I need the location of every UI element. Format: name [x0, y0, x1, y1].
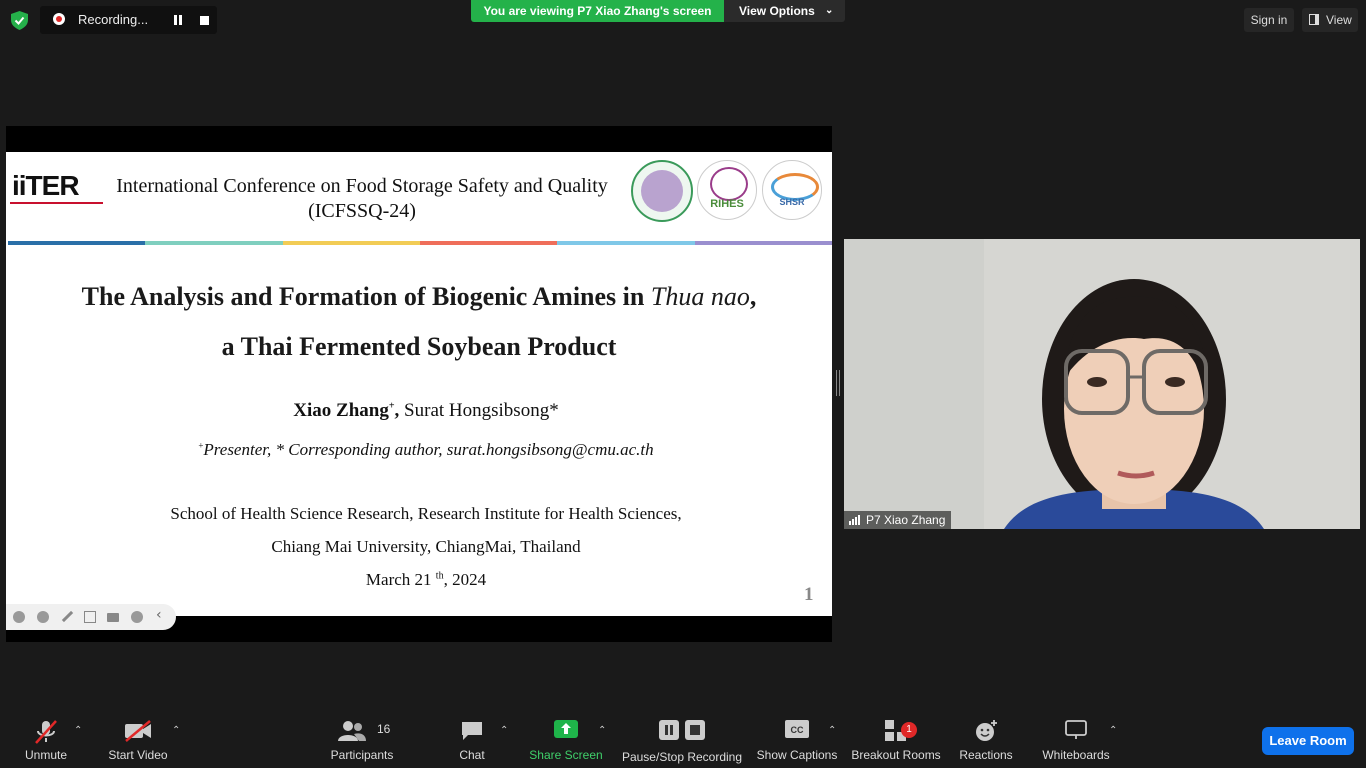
whiteboards-button[interactable]: Whiteboards	[1040, 712, 1112, 768]
accent-color-segment	[8, 241, 146, 245]
viewing-banner: You are viewing P7 Xiao Zhang's screen	[471, 0, 724, 22]
pause-stop-icon	[659, 720, 705, 740]
more-options-icon[interactable]	[131, 611, 143, 623]
muted-microphone-icon	[35, 720, 57, 744]
recording-label: Recording...	[78, 12, 149, 27]
slide-date: March 21 th, 2024	[365, 570, 487, 589]
university-seal-logo	[631, 160, 693, 222]
accent-color-segment	[419, 241, 558, 245]
view-button[interactable]: View	[1302, 8, 1358, 32]
breakout-rooms-button[interactable]: 1 Breakout Rooms	[850, 712, 942, 768]
view-label: View	[1326, 13, 1352, 27]
participants-icon	[338, 721, 366, 741]
participants-label: Participants	[330, 748, 394, 762]
conference-title-line2: (ICFSSQ-24)	[308, 200, 416, 222]
accent-color-segment	[145, 241, 283, 245]
shsr-logo-text: SHSR	[779, 197, 805, 207]
slide-subtitle: a Thai Fermented Soybean Product	[221, 332, 617, 361]
whiteboard-options-caret-icon[interactable]: ⌃	[1109, 726, 1119, 736]
whiteboard-icon	[1065, 720, 1087, 739]
accent-color-segment	[282, 241, 420, 245]
slide-title-italic: Thua nao	[650, 282, 750, 311]
chat-options-caret-icon[interactable]: ⌃	[500, 726, 510, 736]
breakout-badge: 1	[901, 722, 917, 738]
presentation-slide: iiTER International Conference on Food S…	[6, 152, 832, 630]
reactions-icon	[976, 720, 997, 741]
participants-count: 16	[377, 722, 391, 736]
iiter-logo-text: iiTER	[12, 170, 80, 201]
share-screen-label: Share Screen	[529, 748, 603, 762]
previous-slide-icon[interactable]	[13, 611, 25, 623]
slide-page-number: 1	[804, 584, 814, 605]
video-off-icon	[125, 720, 151, 742]
shsr-logo: SHSR	[762, 160, 822, 220]
chat-label: Chat	[459, 748, 485, 762]
conference-title: International Conference on Food Storage…	[106, 174, 618, 224]
stop-recording-icon[interactable]	[200, 16, 209, 25]
share-options-caret-icon[interactable]: ⌃	[598, 726, 608, 736]
reactions-label: Reactions	[959, 748, 1013, 762]
show-captions-button[interactable]: CC Show Captions	[755, 712, 839, 768]
accent-color-segment	[694, 241, 832, 245]
breakout-label: Breakout Rooms	[851, 748, 941, 762]
whiteboards-label: Whiteboards	[1042, 748, 1110, 762]
zoom-icon[interactable]	[84, 611, 96, 623]
record-icon	[53, 13, 65, 25]
affiliation-line1: School of Health Science Research, Resea…	[170, 504, 682, 523]
pause-stop-recording-button[interactable]: Pause/Stop Recording	[620, 712, 744, 768]
pause-recording-icon[interactable]	[173, 15, 183, 25]
resize-handle[interactable]	[836, 370, 840, 396]
rihes-logo: RIHES	[697, 160, 757, 220]
collapse-icon[interactable]: ‹	[156, 607, 168, 623]
sign-in-button[interactable]: Sign in	[1244, 8, 1294, 32]
unmute-label: Unmute	[24, 748, 68, 762]
pen-icon[interactable]	[61, 611, 73, 623]
start-video-button[interactable]: Start Video	[104, 712, 172, 768]
camera-icon[interactable]	[107, 613, 119, 622]
view-options-button[interactable]: View Options ⌄	[724, 0, 845, 22]
view-options-label: View Options	[739, 4, 815, 18]
slide-show-toolbar: ‹	[6, 604, 176, 630]
meeting-controls: Unmute ⌃ Start Video ⌃ 16 Participants C…	[0, 712, 1366, 768]
recording-indicator: Recording...	[40, 6, 217, 34]
chat-button[interactable]: Chat	[450, 712, 494, 768]
participant-name-tag: P7 Xiao Zhang	[844, 511, 952, 529]
participant-video-tile[interactable]: P7 Xiao Zhang	[844, 239, 1360, 529]
conference-title-line1: International Conference on Food Storage…	[116, 175, 608, 197]
shield-icon[interactable]	[11, 11, 28, 30]
affiliation-line2: Chiang Mai University, ChiangMai, Thaila…	[271, 537, 581, 556]
accent-color-bar	[8, 241, 832, 245]
signal-strength-icon	[849, 515, 861, 525]
rihes-logo-text: RIHES	[710, 198, 744, 210]
participants-button[interactable]: 16 Participants	[326, 712, 398, 768]
participant-name: P7 Xiao Zhang	[866, 513, 946, 527]
unmute-button[interactable]: Unmute	[20, 712, 72, 768]
author-note: +Presenter, * Corresponding author, sura…	[198, 440, 654, 459]
top-bar: Recording... You are viewing P7 Xiao Zha…	[0, 0, 1366, 40]
iiter-logo: iiTER	[10, 170, 103, 206]
share-screen-icon	[554, 720, 578, 738]
captions-label: Show Captions	[756, 748, 838, 762]
slide-authors: Xiao Zhang+, Surat Hongsibsong*	[293, 400, 559, 421]
svg-text:CC: CC	[791, 725, 804, 735]
reactions-button[interactable]: Reactions	[956, 712, 1016, 768]
pause-stop-label: Pause/Stop Recording	[621, 750, 743, 764]
captions-options-caret-icon[interactable]: ⌃	[828, 726, 838, 736]
share-screen-button[interactable]: Share Screen	[528, 712, 604, 768]
next-slide-icon[interactable]	[37, 611, 49, 623]
slide-title: The Analysis and Formation of Biogenic A…	[6, 272, 832, 372]
chat-icon	[462, 722, 482, 740]
chevron-down-icon: ⌄	[825, 5, 834, 16]
shared-screen[interactable]: iiTER International Conference on Food S…	[6, 126, 832, 642]
layout-icon	[1309, 14, 1319, 25]
accent-color-segment	[557, 241, 695, 245]
start-video-label: Start Video	[108, 748, 168, 762]
video-options-caret-icon[interactable]: ⌃	[172, 726, 182, 736]
participant-video	[844, 239, 1360, 529]
audio-options-caret-icon[interactable]: ⌃	[74, 726, 84, 736]
leave-room-button[interactable]: Leave Room	[1262, 727, 1354, 755]
captions-icon: CC	[785, 720, 809, 738]
